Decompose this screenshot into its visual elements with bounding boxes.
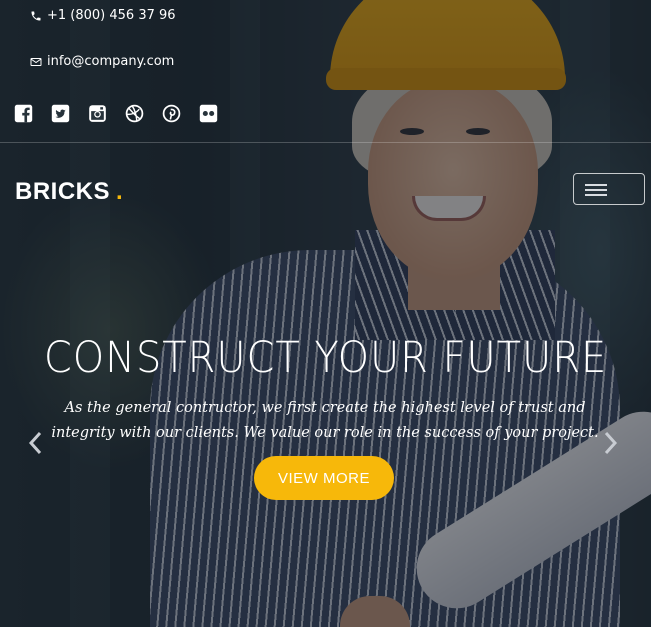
logo-text: BRICKS <box>15 178 111 205</box>
hero-description: As the general contructor, we first crea… <box>51 400 599 441</box>
hamburger-icon <box>585 184 607 186</box>
phone-icon <box>31 11 41 20</box>
chevron-left-icon <box>28 431 42 455</box>
envelope-icon <box>30 57 42 66</box>
pinterest-icon[interactable] <box>162 104 181 123</box>
view-more-button[interactable]: VIEW MORE <box>254 456 394 500</box>
menu-toggle-button[interactable] <box>573 173 645 205</box>
hero-title: CONSTRUCT YOUR FUTURE <box>43 333 608 383</box>
logo-dot: . <box>116 178 124 205</box>
phone-number: +1 (800) 456 37 96 <box>47 8 176 23</box>
email-contact[interactable]: info@company.com <box>30 54 174 69</box>
flickr-icon[interactable] <box>199 104 218 123</box>
top-bar: +1 (800) 456 37 96 info@company.com <box>0 0 651 143</box>
social-links <box>14 104 218 123</box>
dribbble-icon[interactable] <box>125 104 144 123</box>
twitter-icon[interactable] <box>51 104 70 123</box>
chevron-right-icon <box>604 431 618 455</box>
phone-contact[interactable]: +1 (800) 456 37 96 <box>30 8 176 23</box>
facebook-icon[interactable] <box>14 104 33 123</box>
instagram-icon[interactable] <box>88 104 107 123</box>
brand-logo[interactable]: BRICKS . <box>15 178 123 206</box>
email-address: info@company.com <box>47 54 175 69</box>
slider-next-arrow[interactable] <box>600 430 620 456</box>
slider-prev-arrow[interactable] <box>26 430 46 456</box>
